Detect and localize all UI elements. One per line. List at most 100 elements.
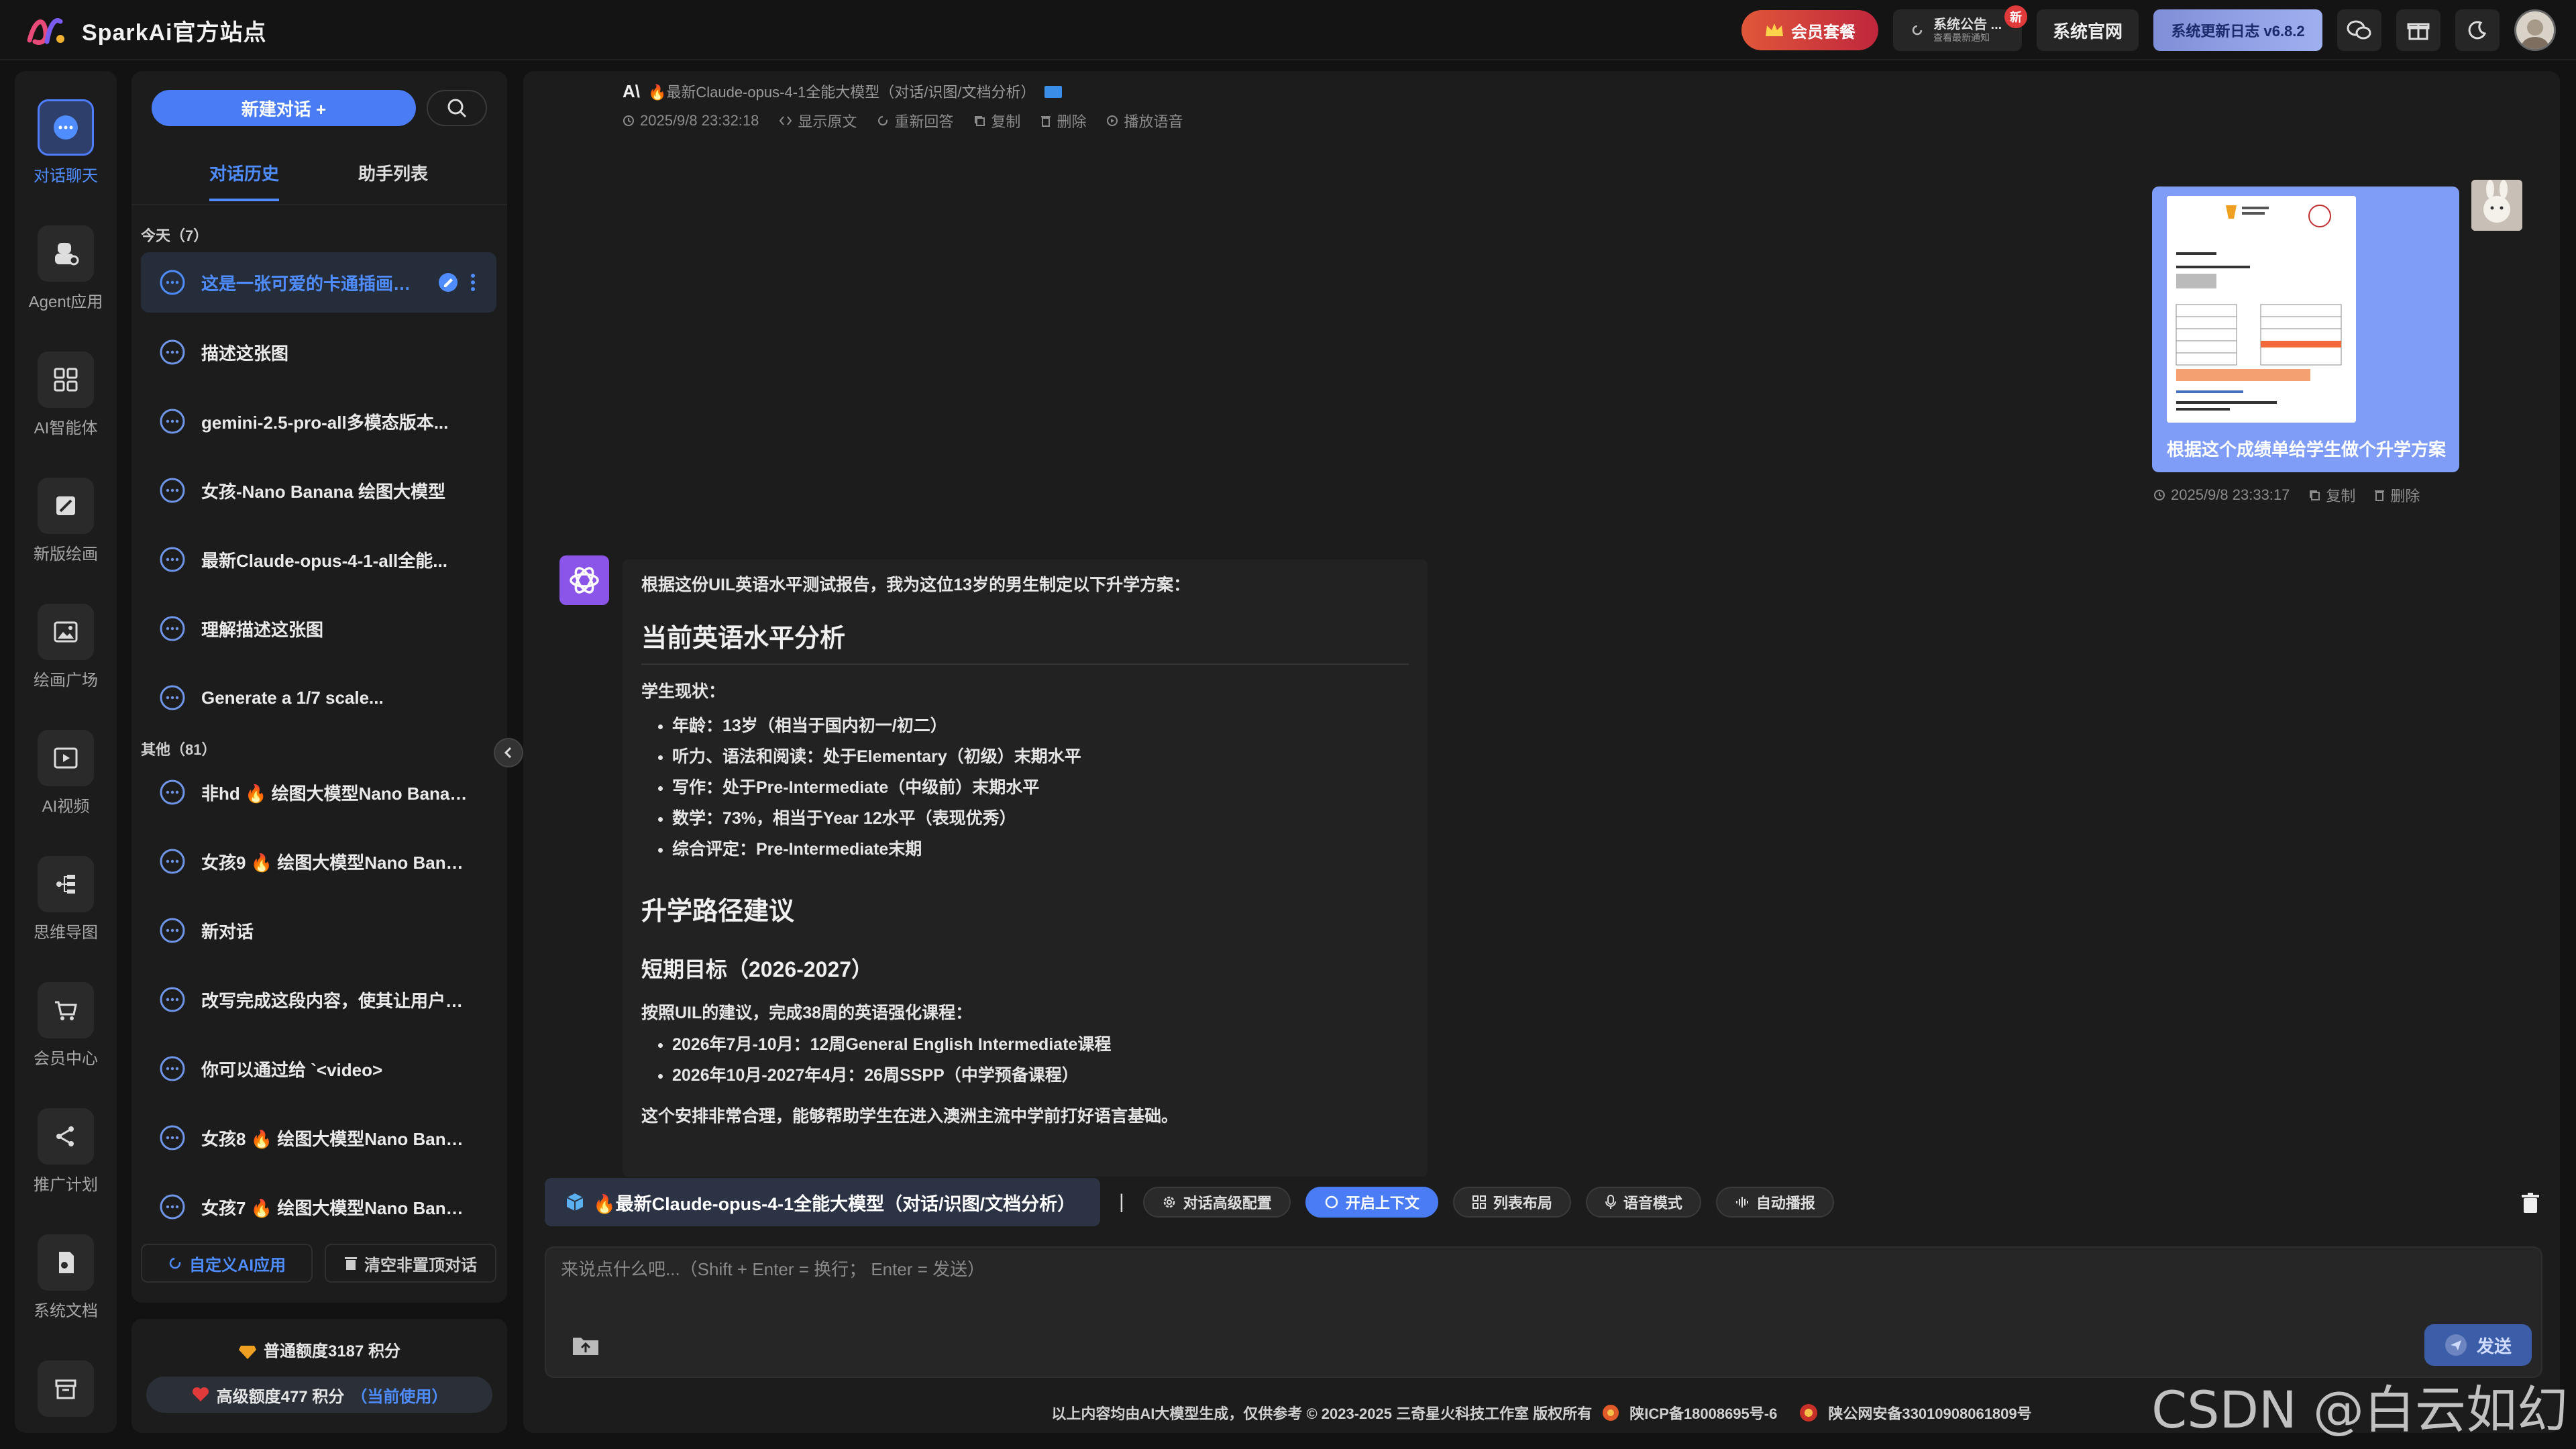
- conversation-item[interactable]: 非hd 🔥 绘图大模型Nano Banana: [141, 762, 496, 822]
- voice-mode-button[interactable]: 语音模式: [1585, 1187, 1701, 1218]
- advanced-quota[interactable]: 高级额度477 积分 （当前使用）: [146, 1377, 492, 1413]
- theme-toggle-button[interactable]: [2455, 9, 2500, 51]
- rail-draw[interactable]: 新版绘画: [15, 478, 117, 564]
- tab-history[interactable]: 对话历史: [209, 158, 280, 201]
- play-voice-button[interactable]: 播放语音: [1106, 110, 1183, 131]
- conversation-item[interactable]: Generate a 1/7 scale...: [141, 667, 496, 728]
- gallery-icon: [38, 604, 94, 660]
- new-chat-button[interactable]: 新建对话 +: [152, 90, 416, 126]
- clear-conversations-button[interactable]: 清空非置顶对话: [325, 1244, 496, 1283]
- notice-button[interactable]: 系统公告 ... 查看最新通知 新: [1893, 5, 2027, 51]
- rail-member[interactable]: 会员中心: [15, 982, 117, 1069]
- rail-label: 推广计划: [34, 1176, 98, 1194]
- rail-video[interactable]: AI视频: [15, 730, 117, 816]
- conversation-item[interactable]: 女孩7 🔥 绘图大模型Nano Banana: [141, 1177, 496, 1237]
- conversation-item[interactable]: 描述这张图: [141, 322, 496, 382]
- conversation-item[interactable]: 女孩8 🔥 绘图大模型Nano Banana: [141, 1108, 496, 1168]
- conversation-item[interactable]: 这是一张可爱的卡通插画，描绘了一个...: [141, 252, 496, 313]
- custom-app-button[interactable]: 自定义AI应用: [141, 1244, 313, 1283]
- police-link[interactable]: 陕公网安备33010908061809号: [1828, 1402, 2031, 1424]
- conversation-item[interactable]: 改写完成这段内容，使其让用户更...: [141, 969, 496, 1030]
- rail-docs[interactable]: 系统文档: [15, 1234, 117, 1321]
- show-source-button[interactable]: 显示原文: [779, 110, 857, 131]
- user-avatar-top[interactable]: [2514, 9, 2556, 51]
- top-bar: SparkAi官方站点 会员套餐 系统公告 ... 查看最新通知 新 系统官网 …: [0, 0, 2576, 60]
- rail-mindmap[interactable]: 思维导图: [15, 856, 117, 943]
- clear-chat-button[interactable]: [2521, 1193, 2540, 1214]
- rail-agent[interactable]: Agent应用: [15, 225, 117, 312]
- conversation-item[interactable]: 新对话: [141, 900, 496, 961]
- chat-bubble-icon: [160, 849, 185, 874]
- more-vertical-icon[interactable]: [470, 272, 476, 293]
- user-message-text: 根据这个成绩单给学生做个升学方案: [2167, 439, 2447, 460]
- conversation-item[interactable]: 女孩9 🔥 绘图大模型Nano Banana: [141, 831, 496, 892]
- context-toggle-button[interactable]: 开启上下文: [1305, 1187, 1438, 1218]
- footer-text: 以上内容均由AI大模型生成，仅供参考 © 2023-2025 三奇星火科技工作室…: [1051, 1405, 1593, 1422]
- user-time: 2025/9/8 23:33:17: [2153, 484, 2290, 506]
- conversation-title: 最新Claude-opus-4-1-all全能...: [201, 550, 447, 571]
- chat-bubble-icon: [160, 780, 185, 805]
- edit-icon[interactable]: [437, 272, 459, 293]
- gift-button[interactable]: [2396, 9, 2440, 51]
- ai-message-header: A\ 🔥最新Claude-opus-4-1全能大模型（对话/识图/文档分析）: [623, 80, 1063, 102]
- show-source-label: 显示原文: [798, 113, 857, 130]
- message-input[interactable]: [559, 1254, 2438, 1301]
- conversation-item[interactable]: 你可以通过给 `<video>: [141, 1038, 496, 1099]
- conversation-title: 女孩-Nano Banana 绘图大模型: [201, 481, 446, 502]
- tab-assistants[interactable]: 助手列表: [358, 158, 428, 201]
- app-title: SparkAi官方站点: [82, 19, 267, 46]
- send-button[interactable]: 发送: [2424, 1324, 2532, 1366]
- user-copy-button[interactable]: 复制: [2308, 484, 2355, 506]
- delete-button[interactable]: 删除: [1040, 110, 1086, 131]
- auto-play-button[interactable]: 自动播报: [1715, 1187, 1834, 1218]
- uploaded-image[interactable]: [2167, 196, 2356, 423]
- rail-more[interactable]: [15, 1360, 117, 1417]
- soundwave-icon: [1735, 1197, 1748, 1208]
- conversation-title: 女孩9 🔥 绘图大模型Nano Banana: [201, 852, 470, 873]
- status-label: 学生现状：: [641, 682, 726, 701]
- code-icon: [780, 116, 792, 125]
- model-selector-label: 🔥最新Claude-opus-4-1全能大模型（对话/识图/文档分析）: [593, 1193, 1076, 1214]
- model-selector[interactable]: 🔥最新Claude-opus-4-1全能大模型（对话/识图/文档分析）: [545, 1178, 1100, 1226]
- conversation-item[interactable]: 女孩-Nano Banana 绘图大模型: [141, 460, 496, 521]
- user-delete-button[interactable]: 删除: [2374, 484, 2420, 506]
- official-site-button[interactable]: 系统官网: [2037, 9, 2139, 51]
- list-item: 2026年10月-2027年4月：26周SSPP（中学预备课程）: [672, 1060, 1409, 1091]
- clock-icon: [623, 115, 634, 126]
- update-log-button[interactable]: 系统更新日志 v6.8.2: [2153, 9, 2322, 51]
- search-button[interactable]: [427, 90, 487, 126]
- conversation-title: 你可以通过给 `<video>: [201, 1059, 383, 1080]
- rail-chat[interactable]: 对话聊天: [15, 99, 117, 186]
- rail-ai-agents[interactable]: AI智能体: [15, 352, 117, 438]
- regenerate-button[interactable]: 重新回答: [877, 110, 953, 131]
- wechat-button[interactable]: [2337, 9, 2381, 51]
- list-item: 综合评定：Pre-Intermediate末期: [672, 834, 1409, 865]
- vip-button[interactable]: 会员套餐: [1741, 10, 1878, 50]
- list-layout-button[interactable]: 列表布局: [1452, 1187, 1571, 1218]
- clock-icon: [2154, 490, 2165, 500]
- advanced-config-button[interactable]: 对话高级配置: [1142, 1187, 1291, 1218]
- video-icon: [38, 730, 94, 786]
- rail-label: Agent应用: [28, 293, 103, 311]
- upload-button[interactable]: [572, 1334, 600, 1356]
- gift-icon: [2407, 23, 2430, 40]
- answer-heading-3: 短期目标（2026-2027）: [641, 957, 873, 981]
- user-copy-label: 复制: [2326, 488, 2356, 504]
- conversation-item[interactable]: gemini-2.5-pro-all多模态版本...: [141, 391, 496, 451]
- app-logo[interactable]: SparkAi官方站点: [25, 12, 267, 48]
- trash-icon: [345, 1257, 357, 1270]
- rail-gallery[interactable]: 绘画广场: [15, 604, 117, 690]
- answer-heading-1: 当前英语水平分析: [641, 625, 846, 653]
- conversation-item[interactable]: 最新Claude-opus-4-1-all全能...: [141, 529, 496, 590]
- collapse-sidebar-button[interactable]: [494, 738, 523, 767]
- rail-promo[interactable]: 推广计划: [15, 1108, 117, 1195]
- chat-bubble-icon: [160, 409, 185, 434]
- refresh-icon: [169, 1257, 181, 1269]
- answer-heading-2: 升学路径建议: [641, 898, 795, 926]
- notice-title: 系统公告 ...: [1933, 17, 2002, 32]
- icp-link[interactable]: 陕ICP备18008695号-6: [1629, 1402, 1777, 1424]
- user-delete-label: 删除: [2390, 488, 2420, 504]
- conversation-item[interactable]: 理解描述这张图: [141, 598, 496, 659]
- copy-button[interactable]: 复制: [973, 110, 1020, 131]
- regenerate-label: 重新回答: [894, 113, 954, 130]
